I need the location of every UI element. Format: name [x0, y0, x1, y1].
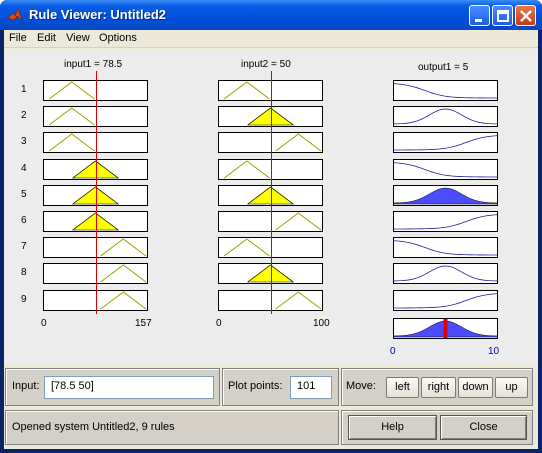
output-membership-line [394, 83, 497, 99]
input-label: Input: [12, 380, 40, 392]
rule-number-label: 1 [21, 84, 27, 95]
output1-rule-cell[interactable] [393, 289, 498, 311]
membership-function-line [48, 107, 95, 126]
plot-points-panel: Plot points: 101 [222, 368, 339, 406]
output-membership-line [394, 161, 497, 177]
membership-function-line [275, 133, 322, 152]
status-panel: Opened system Untitled2, 9 rules [5, 410, 339, 445]
fired-output-area [394, 187, 497, 205]
input2-axis-min: 0 [216, 318, 222, 329]
rule-number-label: 4 [21, 162, 27, 174]
plot-points-field[interactable]: 101 [290, 376, 332, 399]
move-label: Move: [346, 380, 376, 392]
membership-function-line [100, 290, 147, 309]
output1-rule-cell[interactable] [393, 237, 498, 259]
output1-rule-cell[interactable] [393, 158, 498, 180]
membership-function-line [223, 238, 270, 257]
maximize-icon [497, 10, 509, 22]
input2-axis-max: 100 [313, 318, 330, 329]
output1-rule-cell[interactable] [393, 211, 498, 232]
rule-number-label: 5 [21, 188, 27, 200]
input1-title: input1 = 78.5 [64, 59, 123, 70]
rule-number-label: 3 [21, 136, 27, 148]
output-membership-line [394, 135, 497, 151]
menu-options[interactable]: Options [99, 32, 137, 44]
output1-rule-cell[interactable] [393, 106, 498, 128]
input-vector-field[interactable]: [78.5 50] [44, 376, 214, 399]
rule-number-label: 8 [21, 267, 27, 279]
plot-points-label: Plot points: [228, 380, 283, 392]
menu-edit[interactable]: Edit [37, 32, 56, 44]
minimize-button[interactable] [469, 5, 490, 26]
output1-rule-cell[interactable] [393, 132, 498, 154]
close-icon [520, 10, 532, 22]
status-text: Opened system Untitled2, 9 rules [12, 421, 175, 433]
membership-function-line [223, 81, 270, 100]
help-button[interactable]: Help [348, 415, 437, 440]
output1-axis-min: 0 [390, 346, 396, 357]
rule-number-label: 6 [21, 215, 27, 226]
action-panel: Help Close [341, 410, 533, 445]
output1-axis-max: 10 [488, 346, 500, 357]
close-window-button[interactable] [515, 5, 536, 26]
minimize-icon [475, 19, 482, 22]
matlab-app-icon [7, 8, 23, 21]
input2-marker-line[interactable] [270, 71, 272, 314]
rule-number-label: 9 [21, 293, 27, 305]
maximize-button[interactable] [492, 5, 513, 26]
menu-bar: File Edit View Options [4, 30, 538, 48]
client-area: File Edit View Options input1 = 78.5 inp… [4, 30, 538, 449]
menu-view[interactable]: View [66, 32, 90, 44]
membership-function-line [100, 238, 147, 257]
membership-function-line [48, 133, 95, 152]
window-title: Rule Viewer: Untitled2 [29, 7, 167, 22]
input-panel: Input: [78.5 50] [5, 368, 220, 406]
rule-number-label: 2 [21, 110, 27, 122]
close-button[interactable]: Close [440, 415, 527, 440]
rule-viewer-window: Rule Viewer: Untitled2 File Edit View Op… [0, 0, 542, 453]
output1-title: output1 = 5 [418, 62, 469, 73]
rule-plot-area: input1 = 78.5 input2 = 50 output1 = 5 0 … [4, 49, 538, 364]
output1-rule-cell[interactable] [393, 263, 498, 285]
membership-function-line [100, 264, 147, 283]
membership-function-line [48, 81, 95, 100]
menu-file[interactable]: File [9, 32, 27, 44]
input1-marker-line[interactable] [95, 71, 97, 314]
output-membership-line [394, 292, 497, 308]
move-up-button[interactable]: up [495, 377, 528, 398]
input1-axis-max: 157 [135, 318, 152, 329]
move-left-button[interactable]: left [386, 377, 419, 398]
input2-title: input2 = 50 [241, 59, 291, 70]
move-panel: Move: left right down up [341, 368, 533, 406]
membership-function-line [275, 290, 322, 309]
move-right-button[interactable]: right [421, 377, 456, 398]
rule-number-label: 7 [21, 241, 27, 253]
aggregated-output-cell[interactable] [393, 317, 498, 339]
input1-axis-min: 0 [41, 318, 47, 329]
move-down-button[interactable]: down [458, 377, 493, 398]
membership-function-line [275, 212, 322, 231]
defuzzified-output-marker[interactable] [443, 318, 448, 338]
membership-function-line [223, 159, 270, 178]
output-membership-line [394, 108, 497, 125]
title-bar[interactable]: Rule Viewer: Untitled2 [0, 0, 542, 30]
output-membership-line [394, 265, 497, 282]
output1-rule-cell[interactable] [393, 184, 498, 206]
output-membership-line [394, 214, 497, 230]
output-membership-line [394, 240, 497, 256]
output1-rule-cell[interactable] [393, 80, 498, 101]
